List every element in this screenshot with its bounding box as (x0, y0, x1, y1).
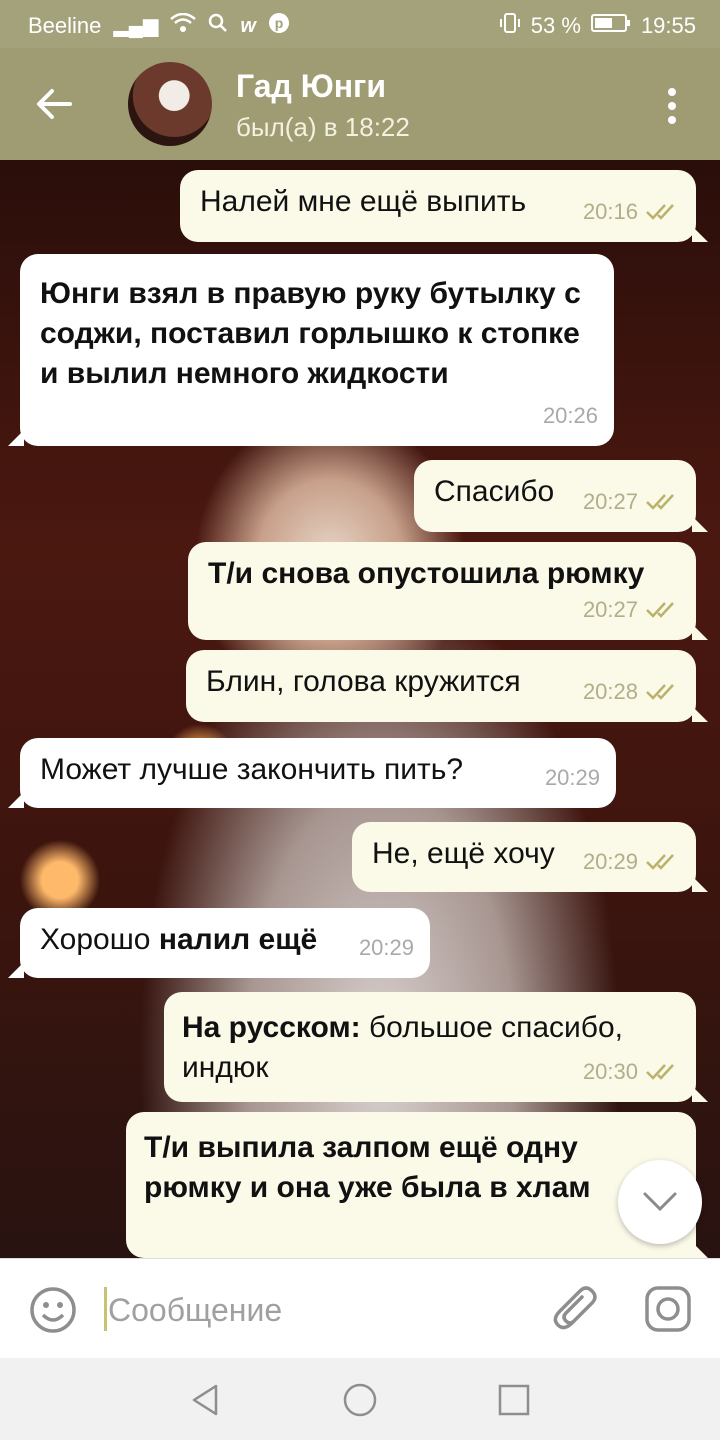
message-text-bold: налил ещё (158, 923, 318, 956)
message-outgoing[interactable]: Не, ещё хочу 20:29 (352, 822, 708, 892)
message-time: 20:29 (358, 935, 414, 960)
vibrate-icon (499, 12, 521, 39)
double-check-icon (646, 494, 674, 510)
chat-area[interactable]: Налей мне ещё выпить 20:16 Юнги взял в п… (0, 160, 720, 1258)
camera-button[interactable] (642, 1283, 694, 1335)
pinterest-icon: p (268, 12, 290, 39)
contact-name[interactable]: Гад Юнги (236, 68, 386, 105)
message-incoming[interactable]: Юнги взял в правую руку бутылку с соджи,… (8, 254, 614, 446)
circle-home-icon (343, 1383, 377, 1417)
message-time: 20:27 (582, 597, 638, 622)
message-text: Может лучше закончить пить? (40, 753, 464, 786)
battery-icon (590, 13, 631, 38)
double-check-icon (646, 204, 674, 220)
double-check-icon (646, 684, 674, 700)
nav-back-button[interactable] (186, 1380, 226, 1420)
paperclip-icon (553, 1286, 597, 1330)
message-text: Налей мне ещё выпить (200, 185, 527, 218)
back-button[interactable] (26, 76, 82, 132)
more-menu-button[interactable] (648, 78, 696, 134)
message-incoming[interactable]: Хорошо налил ещё 20:29 (8, 908, 430, 978)
message-time: 20:28 (582, 679, 638, 704)
message-text: Т/и выпила залпом ещё одну рюмку и она у… (144, 1131, 591, 1204)
instagram-camera-icon (645, 1286, 691, 1332)
scroll-down-button[interactable] (618, 1160, 702, 1244)
nav-recents-button[interactable] (494, 1380, 534, 1420)
double-check-icon (646, 854, 674, 870)
triangle-back-icon (192, 1384, 218, 1416)
message-text-bold: На русском: (182, 1011, 361, 1044)
message-outgoing[interactable]: Налей мне ещё выпить 20:16 (180, 170, 708, 242)
more-vert-icon (668, 88, 676, 96)
chevron-down-icon (643, 1192, 677, 1212)
message-outgoing[interactable]: Блин, голова кружится 20:28 (186, 650, 708, 722)
avatar[interactable] (128, 62, 212, 146)
vk-icon: w (240, 14, 256, 37)
chat-header: Гад Юнги был(а) в 18:22 (0, 48, 720, 160)
message-outgoing[interactable]: Т/и выпила залпом ещё одну рюмку и она у… (126, 1112, 708, 1258)
message-text: Блин, голова кружится (206, 665, 521, 698)
carrier-label: Beeline (28, 12, 102, 38)
square-recents-icon (498, 1384, 530, 1416)
message-time: 20:30 (582, 1059, 638, 1084)
attach-button[interactable] (550, 1283, 602, 1335)
message-outgoing[interactable]: Т/и снова опустошила рюмку 20:27 (188, 542, 708, 640)
battery-percent: 53 % (530, 12, 581, 38)
double-check-icon (646, 1064, 674, 1080)
smiley-icon (30, 1287, 76, 1333)
message-text-plain: Хорошо (40, 923, 159, 956)
message-time: 20:29 (582, 849, 638, 874)
message-outgoing[interactable]: Спасибо 20:27 (414, 460, 708, 532)
system-nav-bar (0, 1358, 720, 1440)
message-time: 20:27 (582, 489, 638, 514)
nav-home-button[interactable] (340, 1380, 380, 1420)
message-time: 20:26 (542, 403, 598, 428)
message-input-bar (0, 1258, 720, 1358)
message-outgoing[interactable]: На русском: большое спасибо, индюк 20:30 (164, 992, 708, 1102)
message-text: Т/и снова опустошила рюмку (208, 557, 645, 590)
double-check-icon (646, 602, 674, 618)
emoji-button[interactable] (28, 1285, 78, 1335)
wifi-icon (170, 12, 197, 38)
last-seen-status: был(а) в 18:22 (236, 112, 410, 142)
text-caret (104, 1287, 107, 1331)
message-text: Не, ещё хочу (372, 837, 555, 870)
message-time: 20:29 (544, 765, 600, 790)
message-input[interactable] (108, 1285, 528, 1335)
message-time: 20:16 (582, 199, 638, 224)
signal-icon: ▂▄▆ (113, 14, 159, 37)
clock: 19:55 (640, 12, 696, 38)
svg-text:p: p (275, 15, 284, 31)
search-icon (208, 13, 228, 38)
arrow-left-icon (37, 89, 72, 119)
status-bar: Beeline ▂▄▆ w p 53 % 19:55 (0, 0, 720, 48)
message-incoming[interactable]: Может лучше закончить пить? 20:29 (8, 738, 616, 808)
message-text: Юнги взял в правую руку бутылку с соджи,… (40, 277, 581, 390)
message-text: Спасибо (434, 475, 555, 508)
